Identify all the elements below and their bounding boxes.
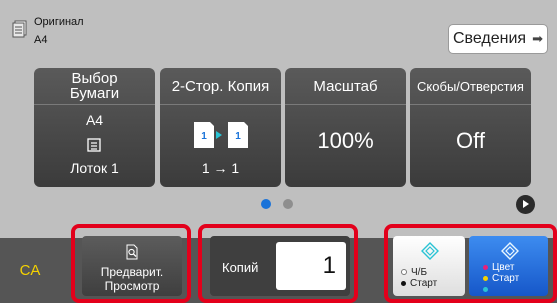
original-label: Оригинал [34, 16, 84, 28]
original-size: A4 [34, 34, 48, 46]
highlight-frame-start [384, 224, 557, 303]
highlight-frame-preview [71, 224, 191, 303]
arrow-right-icon: ➡ [532, 31, 543, 46]
scale-value: 100% [317, 128, 374, 153]
paper-select-tile[interactable]: Выбор Бумаги A4 Лоток 1 [34, 68, 155, 187]
paper-select-title-area: Выбор Бумаги [34, 68, 155, 105]
duplex-copy-tile[interactable]: 2-Стор. Копия 1 1 1 → 1 [160, 68, 281, 187]
page-dot[interactable] [283, 199, 293, 209]
paper-select-title: Выбор Бумаги [69, 70, 120, 102]
staple-punch-value: Off [456, 128, 485, 153]
duplex-copy-value: 1 → 1 [201, 160, 240, 176]
paper-size-value: A4 [85, 112, 104, 128]
details-label: Сведения [453, 30, 527, 47]
svg-text:1: 1 [201, 131, 207, 142]
staple-punch-title: Скобы/Отверстия [410, 68, 531, 105]
scale-title: Масштаб [285, 68, 406, 105]
staple-punch-tile[interactable]: Скобы/Отверстия Off [410, 68, 531, 187]
tray-value: Лоток 1 [70, 160, 119, 176]
tray-icon [87, 138, 101, 152]
details-button[interactable]: Сведения ➡ [448, 24, 548, 54]
scale-tile[interactable]: Масштаб 100% [285, 68, 406, 187]
clear-all-label: CA [19, 262, 41, 279]
clear-all-button[interactable]: CA [0, 238, 60, 303]
document-icon [12, 20, 27, 38]
svg-text:1: 1 [235, 131, 241, 142]
duplex-copy-title: 2-Стор. Копия [160, 68, 281, 105]
play-next-icon[interactable] [516, 195, 535, 214]
original-indicator[interactable]: Оригинал A4 [10, 12, 84, 52]
page-dot-active[interactable] [261, 199, 271, 209]
highlight-frame-copies [198, 224, 358, 303]
duplex-copy-icon: 1 1 [194, 122, 248, 148]
copy-screen: Оригинал A4 Сведения ➡ Выбор Бумаги A4 Л… [0, 0, 557, 303]
